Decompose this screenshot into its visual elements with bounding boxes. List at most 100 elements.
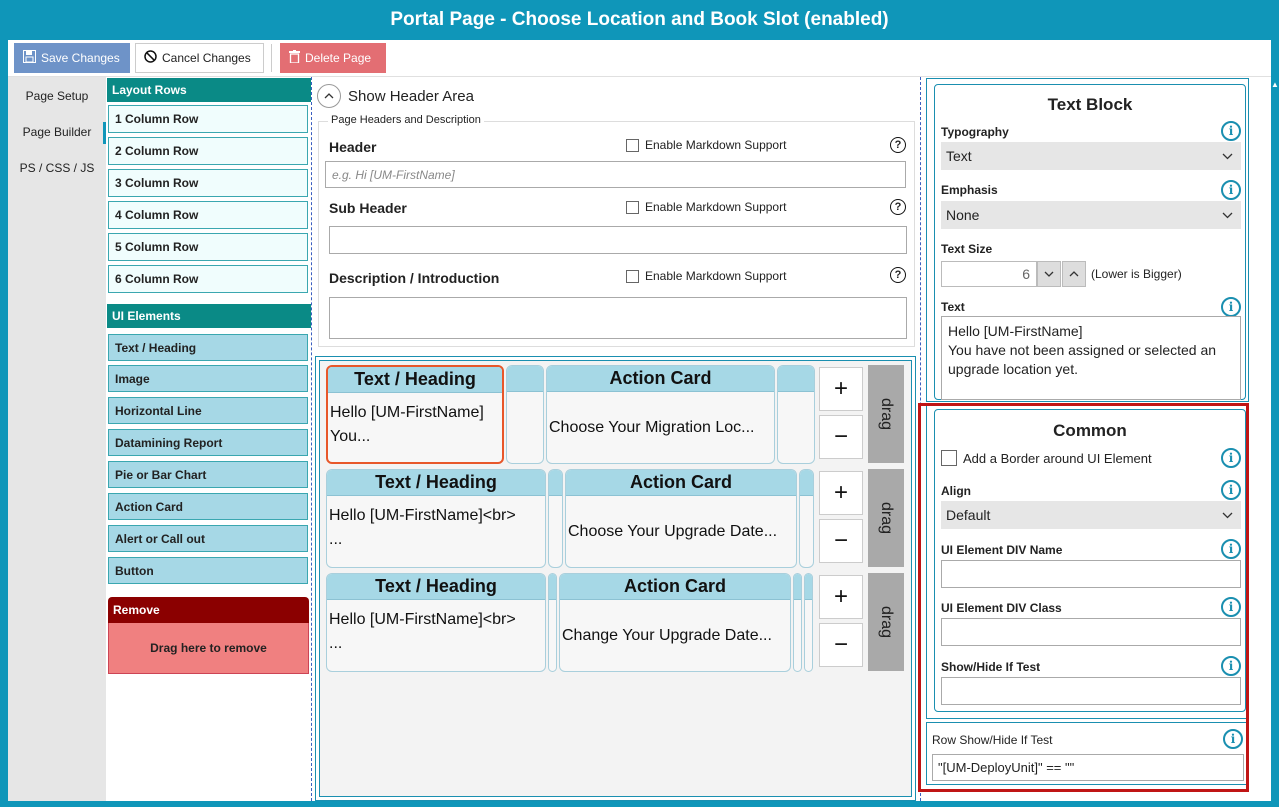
cell-title: Text / Heading — [327, 574, 545, 600]
subheader-input[interactable] — [329, 226, 907, 254]
ui-element-horizontal-line[interactable]: Horizontal Line — [108, 397, 308, 424]
chevron-down-icon — [1222, 153, 1233, 159]
remove-drop-zone[interactable]: Drag here to remove — [108, 623, 309, 674]
header-markdown-checkbox[interactable] — [626, 138, 639, 152]
text-info-icon[interactable]: i — [1221, 297, 1241, 317]
text-block-title: Text Block — [1047, 95, 1133, 114]
description-input[interactable] — [329, 297, 907, 339]
canvas-empty-cell[interactable] — [548, 469, 563, 568]
ui-element-action-card[interactable]: Action Card — [108, 493, 308, 520]
text-content-input[interactable]: Hello [UM-FirstName] You have not been a… — [941, 316, 1241, 400]
typography-select[interactable]: Text — [941, 142, 1241, 170]
canvas-empty-cell[interactable] — [799, 469, 814, 568]
header-markdown-toggle[interactable]: Enable Markdown Support — [626, 138, 786, 152]
subheader-markdown-toggle[interactable]: Enable Markdown Support — [626, 200, 786, 214]
window-frame-right — [1271, 40, 1279, 807]
page-headers-fieldset: Page Headers and Description Header Enab… — [318, 114, 915, 347]
text-size-hint: (Lower is Bigger) — [1091, 267, 1182, 281]
remove-zone-header: Remove — [108, 597, 309, 623]
row-remove-button[interactable]: − — [819, 519, 863, 563]
canvas-cell-action-card[interactable]: Action Card Change Your Upgrade Date... — [559, 573, 791, 672]
canvas-cell-action-card[interactable]: Action Card Choose Your Migration Loc... — [546, 365, 775, 464]
canvas-cell-action-card[interactable]: Action Card Choose Your Upgrade Date... — [565, 469, 797, 568]
canvas-empty-cell[interactable] — [548, 573, 557, 672]
cell-title-empty — [800, 470, 813, 496]
layout-row-4-column[interactable]: 4 Column Row — [108, 201, 308, 229]
header-markdown-label: Enable Markdown Support — [645, 138, 787, 152]
header-label: Header — [329, 139, 377, 155]
page-builder-area: Show Header Area Page Headers and Descri… — [314, 77, 919, 801]
canvas-empty-cell[interactable] — [506, 365, 544, 464]
nav-item-page-setup[interactable]: Page Setup — [8, 82, 106, 110]
row-add-button[interactable]: + — [819, 367, 863, 411]
row-remove-button[interactable]: − — [819, 623, 863, 667]
layout-row-1-column[interactable]: 1 Column Row — [108, 105, 308, 133]
text-size-decrease[interactable] — [1037, 261, 1061, 287]
cell-preview: Hello [UM-FirstName]<br> ... — [329, 611, 516, 652]
drag-label: drag — [878, 501, 895, 535]
delete-page-button[interactable]: Delete Page — [280, 43, 386, 73]
typography-info-icon[interactable]: i — [1221, 121, 1241, 141]
canvas-cell-text-heading[interactable]: Text / Heading Hello [UM-FirstName]<br> … — [326, 573, 546, 672]
row-drag-handle[interactable]: drag — [868, 573, 904, 671]
properties-panel: Text Block Typography i Text Emphasis i … — [918, 77, 1271, 801]
ui-element-text-heading[interactable]: Text / Heading — [108, 334, 308, 361]
header-help-icon[interactable]: ? — [890, 137, 906, 153]
layout-canvas: Text / Heading Hello [UM-FirstName] You.… — [315, 356, 916, 801]
drag-label: drag — [878, 605, 895, 639]
text-label: Text — [941, 300, 965, 314]
cell-title-empty — [794, 574, 801, 600]
page-headers-legend: Page Headers and Description — [328, 114, 484, 126]
layout-row-2-column[interactable]: 2 Column Row — [108, 137, 308, 165]
cell-title: Action Card — [566, 470, 796, 496]
description-markdown-checkbox[interactable] — [626, 269, 639, 283]
ui-element-button[interactable]: Button — [108, 557, 308, 584]
canvas-cell-text-heading[interactable]: Text / Heading Hello [UM-FirstName] You.… — [326, 365, 504, 464]
cell-preview: Choose Your Migration Loc... — [549, 419, 755, 436]
text-size-input[interactable]: 6 — [941, 261, 1037, 287]
emphasis-info-icon[interactable]: i — [1221, 180, 1241, 200]
save-changes-button[interactable]: Save Changes — [14, 43, 130, 73]
cell-preview: Hello [UM-FirstName] You... — [330, 404, 484, 445]
text-size-increase[interactable] — [1062, 261, 1086, 287]
layout-rows-header: Layout Rows — [107, 78, 311, 102]
scroll-up-icon[interactable]: ▲ — [1271, 80, 1279, 100]
row-drag-handle[interactable]: drag — [868, 365, 904, 463]
canvas-empty-cell[interactable] — [777, 365, 815, 464]
layout-row-3-column[interactable]: 3 Column Row — [108, 169, 308, 197]
nav-item-ps-css-js[interactable]: PS / CSS / JS — [8, 154, 106, 182]
layout-canvas-inner: Text / Heading Hello [UM-FirstName] You.… — [319, 360, 912, 797]
header-input[interactable]: e.g. Hi [UM-FirstName] — [325, 161, 906, 188]
ui-element-image[interactable]: Image — [108, 365, 308, 392]
ui-element-datamining-report[interactable]: Datamining Report — [108, 429, 308, 456]
nav-item-page-builder[interactable]: Page Builder — [8, 118, 106, 146]
text-block-panel: Text Block Typography i Text Emphasis i … — [926, 78, 1249, 402]
canvas-cell-text-heading[interactable]: Text / Heading Hello [UM-FirstName]<br> … — [326, 469, 546, 568]
chevron-up-icon — [324, 93, 334, 99]
collapse-header-button[interactable] — [317, 84, 341, 108]
row-add-button[interactable]: + — [819, 575, 863, 619]
cell-title: Action Card — [560, 574, 790, 600]
canvas-empty-cell[interactable] — [804, 573, 813, 672]
description-markdown-label: Enable Markdown Support — [645, 269, 787, 283]
layout-row-5-column[interactable]: 5 Column Row — [108, 233, 308, 261]
cell-title-empty — [549, 574, 556, 600]
window-title: Portal Page - Choose Location and Book S… — [0, 0, 1279, 40]
row-drag-handle[interactable]: drag — [868, 469, 904, 567]
cancel-changes-button[interactable]: Cancel Changes — [135, 43, 264, 73]
emphasis-select[interactable]: None — [941, 201, 1241, 229]
ui-element-pie-bar-chart[interactable]: Pie or Bar Chart — [108, 461, 308, 488]
ui-element-alert-callout[interactable]: Alert or Call out — [108, 525, 308, 552]
text-size-label: Text Size — [941, 242, 993, 256]
row-remove-button[interactable]: − — [819, 415, 863, 459]
subheader-help-icon[interactable]: ? — [890, 199, 906, 215]
row-add-button[interactable]: + — [819, 471, 863, 515]
save-changes-label: Save Changes — [41, 51, 120, 65]
cell-preview: Choose Your Upgrade Date... — [568, 523, 778, 540]
description-help-icon[interactable]: ? — [890, 267, 906, 283]
divider-left — [311, 77, 312, 801]
description-markdown-toggle[interactable]: Enable Markdown Support — [626, 269, 786, 283]
layout-row-6-column[interactable]: 6 Column Row — [108, 265, 308, 293]
subheader-markdown-checkbox[interactable] — [626, 200, 639, 214]
canvas-empty-cell[interactable] — [793, 573, 802, 672]
